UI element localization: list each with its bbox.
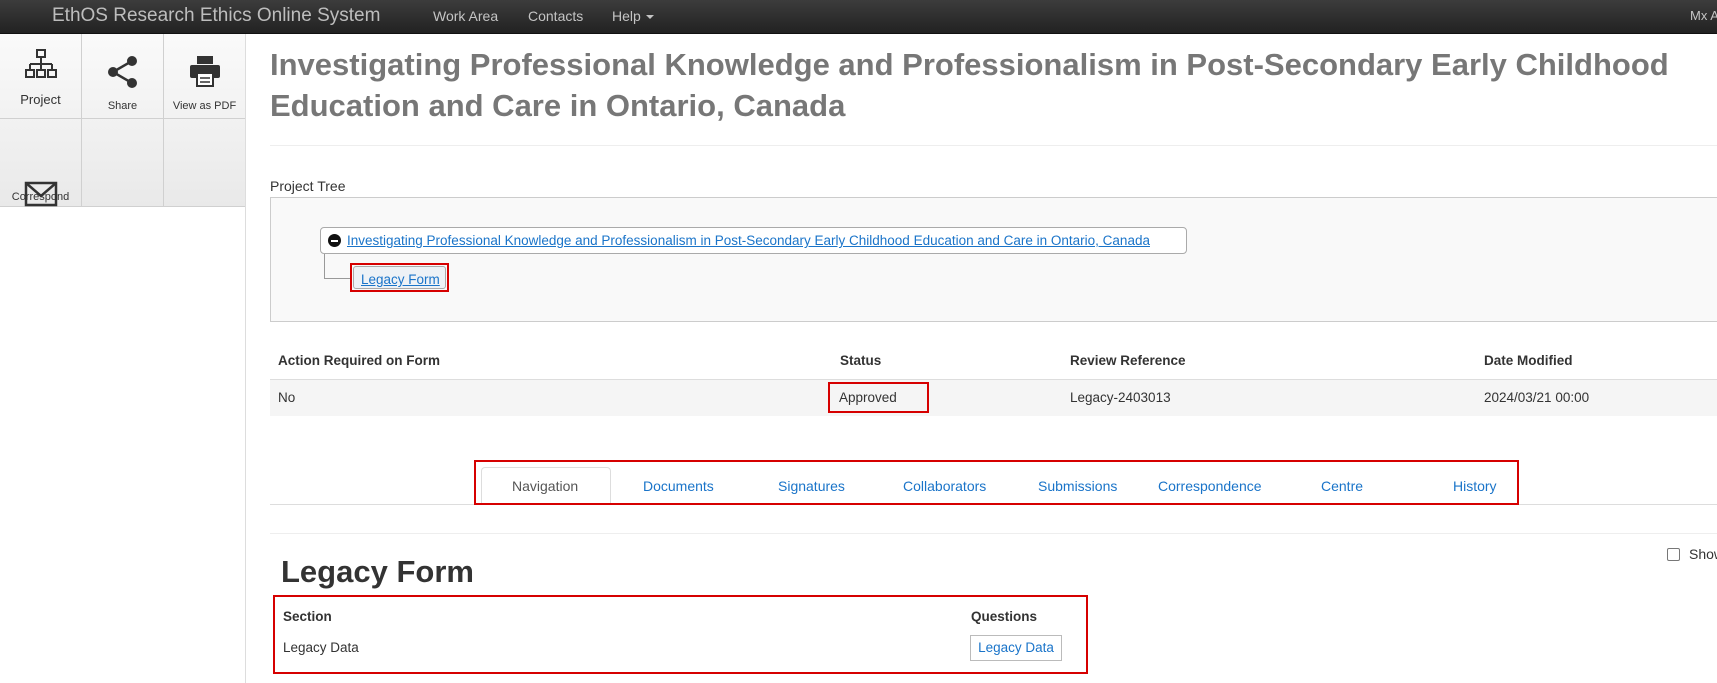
show-label: Show — [1689, 546, 1717, 562]
nav-contacts[interactable]: Contacts — [528, 8, 583, 24]
header-action-required: Action Required on Form — [278, 353, 440, 368]
view-as-pdf-button[interactable]: View as PDF — [164, 34, 245, 119]
legacy-data-button[interactable]: Legacy Data — [970, 635, 1062, 661]
nav-help[interactable]: Help — [612, 8, 654, 24]
view-as-pdf-label: View as PDF — [172, 100, 237, 112]
left-sidebar: Project Share View as PDF Correspond — [0, 34, 246, 683]
brand-title[interactable]: EthOS Research Ethics Online System — [52, 5, 380, 27]
header-date-modified: Date Modified — [1484, 353, 1573, 368]
share-button[interactable]: Share — [82, 34, 164, 119]
header-status: Status — [840, 353, 882, 368]
tree-child-highlight: Legacy Form — [350, 263, 449, 292]
header-section: Section — [283, 609, 332, 624]
header-review-reference: Review Reference — [1070, 353, 1186, 368]
divider — [270, 145, 1717, 146]
page-title: Investigating Professional Knowledge and… — [270, 47, 1669, 123]
printer-icon — [189, 56, 220, 87]
empty-tool-slot — [82, 119, 164, 206]
form-panel-top — [270, 533, 1717, 534]
nav-help-label: Help — [612, 8, 641, 24]
project-tree-label: Project Tree — [270, 178, 346, 194]
correspond-label: Correspond — [11, 191, 70, 203]
tree-connector — [324, 254, 351, 279]
tabs-highlight — [474, 460, 1519, 505]
share-icon — [107, 56, 137, 88]
share-label: Share — [107, 100, 138, 112]
chevron-down-icon — [645, 15, 654, 20]
nav-work-area[interactable]: Work Area — [433, 8, 498, 24]
section-table-highlight — [273, 595, 1088, 674]
action-toolbar: Project Share View as PDF Correspond — [0, 34, 245, 207]
tree-root-node[interactable]: Investigating Professional Knowledge and… — [320, 227, 1187, 254]
date-modified-value: 2024/03/21 00:00 — [1484, 390, 1590, 405]
header-questions: Questions — [971, 609, 1038, 624]
tree-root-link[interactable]: Investigating Professional Knowledge and… — [347, 233, 1150, 248]
show-checkbox[interactable] — [1667, 548, 1680, 561]
section-name: Legacy Data — [283, 640, 359, 655]
legacy-form-link[interactable]: Legacy Form — [361, 272, 440, 287]
form-title: Legacy Form — [281, 554, 474, 589]
action-required-value: No — [278, 390, 296, 405]
tree-child-node[interactable]: Legacy Form — [353, 266, 446, 289]
project-button[interactable]: Project — [0, 34, 82, 119]
review-reference-value: Legacy-2403013 — [1070, 390, 1171, 405]
collapse-icon[interactable] — [328, 234, 341, 247]
project-tree-panel — [270, 197, 1717, 322]
hierarchy-icon — [24, 49, 57, 78]
status-value: Approved — [839, 390, 897, 405]
top-navbar: EthOS Research Ethics Online System Work… — [0, 0, 1717, 34]
empty-tool-slot — [164, 119, 245, 206]
user-menu[interactable]: Mx A — [1690, 8, 1717, 23]
project-label: Project — [20, 92, 61, 107]
correspond-button[interactable]: Correspond — [0, 119, 82, 207]
